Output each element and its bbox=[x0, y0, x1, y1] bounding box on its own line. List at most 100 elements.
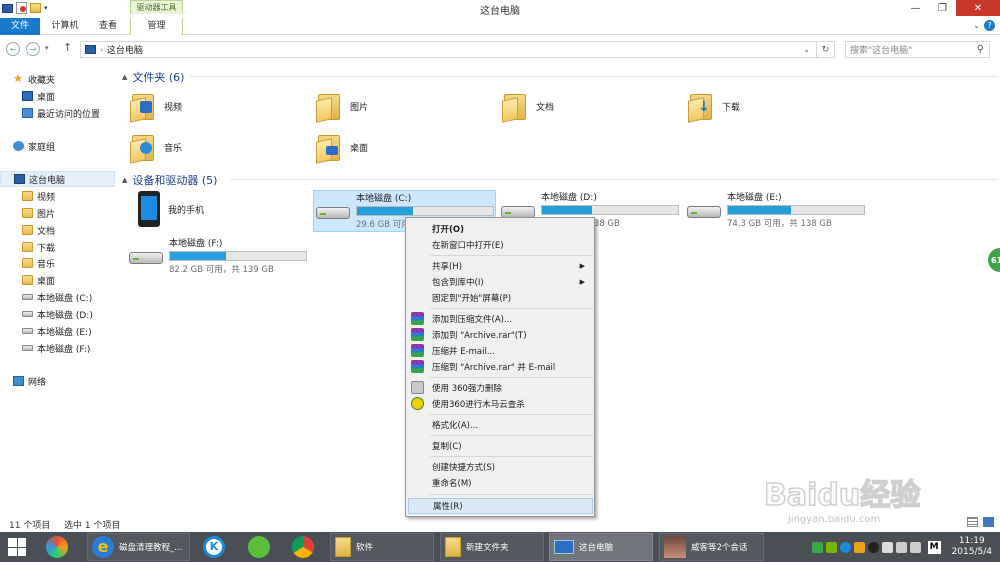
menu-360-scan[interactable]: 使用360进行木马云查杀 bbox=[408, 396, 593, 412]
nav-label: 本地磁盘 (E:) bbox=[37, 327, 92, 338]
taskbar-newfolder[interactable]: 新建文件夹 bbox=[440, 533, 544, 561]
tray-network-icon[interactable] bbox=[895, 541, 907, 553]
taskbar-thispc[interactable]: 这台电脑 bbox=[549, 533, 653, 561]
taskbar-label: 磁盘清理教程_... bbox=[119, 543, 183, 553]
taskbar-software-folder[interactable]: 软件 bbox=[330, 533, 434, 561]
drive-usage-bar bbox=[727, 205, 865, 215]
start-button[interactable] bbox=[8, 533, 26, 561]
recent-locations-icon[interactable]: ▾ bbox=[45, 44, 49, 52]
breadcrumb[interactable]: 这台电脑 bbox=[107, 43, 143, 56]
taskbar-ie-window[interactable]: e 磁盘清理教程_... bbox=[87, 533, 190, 561]
details-view-icon[interactable] bbox=[967, 517, 978, 527]
nav-homegroup[interactable]: 家庭组 bbox=[13, 138, 128, 154]
computer-icon[interactable] bbox=[2, 3, 13, 13]
tab-view[interactable]: 查看 bbox=[88, 18, 128, 35]
minimize-button[interactable]: — bbox=[902, 0, 929, 16]
drive-icon bbox=[22, 311, 33, 317]
nav-network[interactable]: 网络 bbox=[13, 373, 128, 389]
menu-open[interactable]: 打开(O) bbox=[408, 221, 593, 237]
menu-share[interactable]: 共享(H) ▶ bbox=[408, 258, 593, 274]
tab-manage[interactable]: 管理 bbox=[130, 18, 183, 35]
menu-copy[interactable]: 复制(C) bbox=[408, 438, 593, 454]
tray-flag-icon[interactable] bbox=[881, 541, 893, 553]
menu-compress-email[interactable]: 压缩并 E-mail... bbox=[408, 343, 593, 359]
address-bar[interactable]: › 这台电脑 ⌄ bbox=[80, 41, 817, 58]
folder-pictures[interactable]: 图片 bbox=[316, 91, 368, 123]
clock-time: 11:19 bbox=[958, 536, 985, 546]
folder-desktop[interactable]: 桌面 bbox=[316, 132, 368, 164]
contact-avatar-icon bbox=[664, 536, 686, 558]
nav-favorites[interactable]: ★ 收藏夹 bbox=[13, 71, 128, 87]
drive-usage-bar bbox=[169, 251, 307, 261]
menu-label: 在新窗口中打开(E) bbox=[432, 241, 504, 251]
ribbon-collapse-icon[interactable]: ⌄ bbox=[973, 21, 980, 30]
taskbar-app-green[interactable] bbox=[248, 533, 270, 561]
taskbar: e 磁盘清理教程_... K 软件 新建文件夹 这台电脑 威客等2个会话 M 1… bbox=[0, 532, 1000, 562]
taskbar-app-k[interactable]: K bbox=[203, 533, 225, 561]
menu-compress-rar-email[interactable]: 压缩到 "Archive.rar" 并 E-mail bbox=[408, 359, 593, 375]
clock[interactable]: 11:19 2015/5/4 bbox=[952, 536, 992, 558]
taskbar-app-360[interactable] bbox=[46, 533, 68, 561]
item-count: 11 个项目 bbox=[9, 521, 51, 531]
menu-add-archive-rar[interactable]: 添加到 "Archive.rar"(T) bbox=[408, 327, 593, 343]
new-folder-icon[interactable] bbox=[30, 3, 41, 13]
menu-label: 压缩到 "Archive.rar" 并 E-mail bbox=[432, 363, 556, 373]
tray-volume-icon[interactable] bbox=[909, 541, 921, 553]
back-button[interactable]: ← bbox=[6, 42, 20, 56]
forward-button[interactable]: → bbox=[26, 42, 40, 56]
menu-label: 重命名(M) bbox=[432, 479, 472, 489]
folders-section-header[interactable]: ▲ 文件夹 (6) bbox=[122, 69, 998, 85]
search-input[interactable]: 搜索"这台电脑" ⚲ bbox=[845, 41, 990, 58]
folder-music[interactable]: 音乐 bbox=[130, 132, 182, 164]
selected-count: 选中 1 个项目 bbox=[64, 521, 121, 531]
menu-rename[interactable]: 重命名(M) bbox=[408, 475, 593, 491]
refresh-button[interactable]: ↻ bbox=[817, 41, 835, 58]
menu-label: 打开(O) bbox=[432, 225, 464, 235]
shredder-icon bbox=[411, 381, 424, 394]
section-title: 文件夹 (6) bbox=[132, 71, 185, 84]
device-phone[interactable]: 我的手机 bbox=[138, 191, 204, 227]
tray-k-icon[interactable] bbox=[839, 541, 851, 553]
folder-videos[interactable]: 视频 bbox=[130, 91, 182, 123]
collapse-caret-icon[interactable]: ▲ bbox=[122, 176, 127, 184]
menu-add-archive[interactable]: 添加到压缩文件(A)... bbox=[408, 311, 593, 327]
folder-documents[interactable]: 文档 bbox=[502, 91, 554, 123]
tab-file[interactable]: 文件 bbox=[0, 18, 40, 35]
close-button[interactable]: ✕ bbox=[956, 0, 1000, 16]
devices-section-header[interactable]: ▲ 设备和驱动器 (5) bbox=[122, 172, 998, 188]
up-button[interactable]: ↑ bbox=[63, 41, 72, 54]
tray-qq-icon[interactable] bbox=[867, 541, 879, 553]
nav-this-pc[interactable]: 这台电脑 bbox=[0, 171, 115, 187]
menu-pin-start[interactable]: 固定到"开始"屏幕(P) bbox=[408, 290, 593, 306]
ime-indicator[interactable]: M bbox=[927, 540, 941, 554]
breadcrumb-separator-icon[interactable]: › bbox=[100, 46, 103, 54]
context-menu: 打开(O) 在新窗口中打开(E) 共享(H) ▶ 包含到库中(I) ▶ 固定到"开始… bbox=[405, 217, 595, 517]
properties-icon[interactable] bbox=[16, 2, 27, 14]
menu-create-shortcut[interactable]: 创建快捷方式(S) bbox=[408, 459, 593, 475]
help-icon[interactable]: ? bbox=[984, 20, 995, 31]
drive-e[interactable]: 本地磁盘 (E:) 74.3 GB 可用，共 138 GB bbox=[687, 190, 867, 232]
collapse-caret-icon[interactable]: ▲ bbox=[122, 73, 127, 81]
tray-360-icon[interactable] bbox=[811, 541, 823, 553]
menu-properties[interactable]: 属性(R) bbox=[408, 498, 593, 514]
search-icon[interactable]: ⚲ bbox=[977, 44, 984, 55]
menu-360-shred[interactable]: 使用 360强力删除 bbox=[408, 380, 593, 396]
menu-include-library[interactable]: 包含到库中(I) ▶ bbox=[408, 274, 593, 290]
taskbar-chat[interactable]: 威客等2个会话 bbox=[659, 533, 764, 561]
tray-nvidia-icon[interactable] bbox=[825, 541, 837, 553]
large-icons-view-icon[interactable] bbox=[983, 517, 994, 527]
nav-label: 网络 bbox=[28, 377, 47, 388]
menu-label: 使用360进行木马云查杀 bbox=[432, 400, 525, 410]
drive-f[interactable]: 本地磁盘 (F:) 82.2 GB 可用，共 139 GB bbox=[129, 236, 309, 278]
taskbar-app-chrome[interactable] bbox=[292, 533, 314, 561]
ribbon-tabs: 文件 计算机 查看 管理 ⌄ ? bbox=[0, 18, 1000, 35]
folder-downloads[interactable]: ↓ 下载 bbox=[688, 91, 740, 123]
tray-app-icon[interactable] bbox=[853, 541, 865, 553]
tab-computer[interactable]: 计算机 bbox=[45, 18, 85, 35]
nav-label: 本地磁盘 (D:) bbox=[37, 310, 93, 321]
menu-format[interactable]: 格式化(A)... bbox=[408, 417, 593, 433]
menu-open-new-window[interactable]: 在新窗口中打开(E) bbox=[408, 237, 593, 253]
restore-button[interactable]: ❐ bbox=[929, 0, 956, 16]
address-dropdown-icon[interactable]: ⌄ bbox=[803, 45, 810, 54]
qat-dropdown-icon[interactable]: ▾ bbox=[44, 4, 48, 12]
